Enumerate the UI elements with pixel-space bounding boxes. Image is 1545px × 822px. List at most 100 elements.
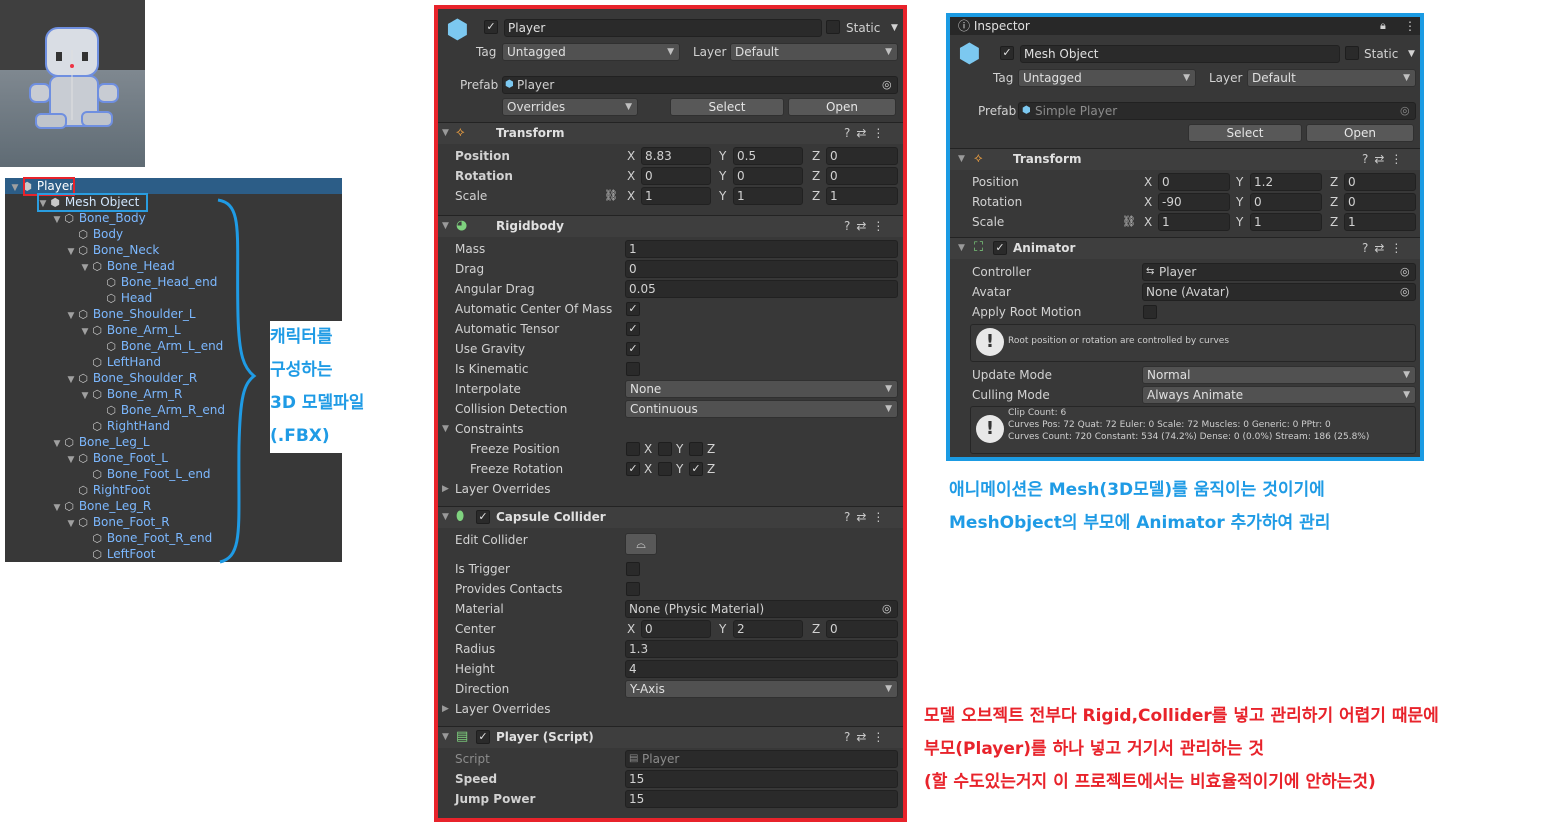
- collapse-triangle-icon[interactable]: ▼: [442, 506, 449, 528]
- rotation-x-input[interactable]: -90: [1158, 193, 1230, 211]
- more-options-icon[interactable]: ⋮: [1404, 17, 1416, 35]
- position-x-input[interactable]: 0: [1158, 173, 1230, 191]
- mass-input[interactable]: 1: [625, 240, 898, 258]
- rotation-z-input[interactable]: 0: [826, 167, 898, 185]
- hierarchy-item[interactable]: ▼ ⬡ Bone_Foot_R: [65, 514, 170, 530]
- object-picker-icon[interactable]: ◎: [1400, 263, 1410, 281]
- object-picker-icon[interactable]: ◎: [1400, 283, 1410, 301]
- scale-x-input[interactable]: 1: [641, 187, 711, 205]
- expand-triangle-icon[interactable]: ▼: [51, 436, 63, 452]
- hierarchy-item[interactable]: ▼ ⬡ Bone_Body: [51, 210, 146, 226]
- edit-collider-button[interactable]: ⌓: [625, 533, 657, 555]
- collapse-triangle-icon[interactable]: ▼: [958, 148, 965, 170]
- hierarchy-item[interactable]: ▼ ⬡ Bone_Neck: [65, 242, 160, 260]
- direction-dropdown[interactable]: Y-Axis ▼: [625, 680, 898, 698]
- scale-y-input[interactable]: 1: [733, 187, 803, 205]
- center-z-input[interactable]: 0: [826, 620, 898, 638]
- hierarchy-item[interactable]: ▼ ⬡ Bone_Arm_R: [79, 386, 183, 404]
- expand-triangle-icon[interactable]: ▼: [65, 308, 77, 324]
- avatar-field[interactable]: None (Avatar): [1142, 283, 1416, 301]
- static-checkbox[interactable]: [1345, 46, 1359, 60]
- culling-mode-dropdown[interactable]: Always Animate ▼: [1142, 386, 1416, 404]
- auto-center-of-mass-checkbox[interactable]: ✓: [626, 302, 640, 316]
- expand-triangle-icon[interactable]: ▼: [9, 180, 21, 196]
- character-model[interactable]: [0, 0, 145, 167]
- scale-z-input[interactable]: 1: [1344, 213, 1416, 231]
- expand-triangle-icon[interactable]: ▼: [79, 324, 91, 340]
- expand-triangle-icon[interactable]: ▼: [65, 452, 77, 468]
- hierarchy-item[interactable]: ⬡ Bone_Foot_R_end: [91, 530, 212, 546]
- controller-field[interactable]: Player: [1142, 263, 1416, 281]
- hierarchy-item[interactable]: ⬡ Bone_Arm_L_end: [105, 338, 223, 354]
- position-y-input[interactable]: 0.5: [733, 147, 803, 165]
- expand-triangle-icon[interactable]: ▼: [79, 388, 91, 404]
- component-header-icons[interactable]: ?⇄⋮: [1362, 237, 1408, 259]
- collision-detection-dropdown[interactable]: Continuous ▼: [625, 400, 898, 418]
- hierarchy-item[interactable]: ⬡ Bone_Head_end: [105, 274, 217, 290]
- collapse-triangle-icon[interactable]: ▼: [442, 122, 449, 144]
- drag-input[interactable]: 0: [625, 260, 898, 278]
- expand-triangle-icon[interactable]: ▼: [442, 420, 449, 438]
- hierarchy-item[interactable]: ⬡ RightFoot: [77, 482, 150, 498]
- object-picker-icon[interactable]: ◎: [882, 600, 892, 618]
- static-dropdown-icon[interactable]: ▼: [891, 19, 898, 37]
- collapse-triangle-icon[interactable]: ▼: [442, 726, 449, 748]
- expand-triangle-icon[interactable]: ▼: [65, 372, 77, 388]
- scale-z-input[interactable]: 1: [826, 187, 898, 205]
- center-y-input[interactable]: 2: [733, 620, 803, 638]
- object-picker-icon[interactable]: ◎: [882, 76, 892, 94]
- rotation-x-input[interactable]: 0: [641, 167, 711, 185]
- layer-dropdown[interactable]: Default ▼: [1247, 69, 1416, 87]
- freeze-rotation-x-checkbox[interactable]: ✓: [626, 462, 640, 476]
- active-checkbox[interactable]: ✓: [484, 20, 498, 34]
- open-button[interactable]: Open: [788, 98, 896, 116]
- rotation-y-input[interactable]: 0: [1250, 193, 1322, 211]
- hierarchy-item[interactable]: ⬡ Head: [105, 290, 152, 306]
- freeze-position-y-checkbox[interactable]: [658, 442, 672, 456]
- rotation-y-input[interactable]: 0: [733, 167, 803, 185]
- center-x-input[interactable]: 0: [641, 620, 711, 638]
- update-mode-dropdown[interactable]: Normal ▼: [1142, 366, 1416, 384]
- component-header-icons[interactable]: ?⇄⋮: [844, 122, 890, 144]
- is-kinematic-checkbox[interactable]: [626, 362, 640, 376]
- radius-input[interactable]: 1.3: [625, 640, 898, 658]
- link-scale-icon[interactable]: ⛓: [604, 187, 618, 205]
- static-dropdown-icon[interactable]: ▼: [1408, 45, 1415, 63]
- scale-x-input[interactable]: 1: [1158, 213, 1230, 231]
- expand-triangle-icon[interactable]: ▼: [79, 260, 91, 276]
- object-picker-icon[interactable]: ◎: [1400, 102, 1410, 120]
- hierarchy-item[interactable]: ▼ ⬡ Bone_Head: [79, 258, 175, 274]
- script-enabled-checkbox[interactable]: ✓: [476, 730, 490, 744]
- jump-power-input[interactable]: 15: [625, 790, 898, 808]
- hierarchy-item[interactable]: ▼ ⬡ Bone_Foot_L: [65, 450, 168, 466]
- freeze-position-x-checkbox[interactable]: [626, 442, 640, 456]
- hierarchy-item[interactable]: ⬡ LeftHand: [91, 354, 161, 370]
- prefab-field[interactable]: Simple Player: [1018, 102, 1416, 120]
- use-gravity-checkbox[interactable]: ✓: [626, 342, 640, 356]
- hierarchy-item[interactable]: ▼ ⬡ Bone_Shoulder_L: [65, 306, 196, 322]
- position-x-input[interactable]: 8.83: [641, 147, 711, 165]
- static-checkbox[interactable]: [826, 20, 840, 34]
- position-z-input[interactable]: 0: [1344, 173, 1416, 191]
- prefab-field[interactable]: Player: [502, 76, 898, 94]
- component-header-icons[interactable]: ?⇄⋮: [844, 215, 890, 237]
- hierarchy-item[interactable]: ⬡ Bone_Foot_L_end: [91, 466, 210, 482]
- hierarchy-item[interactable]: ▼ ⬡ Bone_Arm_L: [79, 322, 181, 338]
- select-button[interactable]: Select: [1188, 124, 1302, 142]
- expand-triangle-icon[interactable]: ▼: [51, 212, 63, 228]
- tag-dropdown[interactable]: Untagged ▼: [502, 43, 680, 61]
- expand-triangle-icon[interactable]: ▼: [65, 244, 77, 260]
- open-button[interactable]: Open: [1306, 124, 1414, 142]
- object-name-input[interactable]: Mesh Object: [1020, 45, 1340, 63]
- hierarchy-item[interactable]: ⬡ RightHand: [91, 418, 170, 434]
- expand-triangle-icon[interactable]: ▼: [65, 516, 77, 532]
- position-y-input[interactable]: 1.2: [1250, 173, 1322, 191]
- height-input[interactable]: 4: [625, 660, 898, 678]
- collapse-triangle-icon[interactable]: ▼: [958, 237, 965, 259]
- interpolate-dropdown[interactable]: None ▼: [625, 380, 898, 398]
- component-header-icons[interactable]: ?⇄⋮: [1362, 148, 1408, 170]
- component-header-icons[interactable]: ?⇄⋮: [844, 726, 890, 748]
- expand-triangle-icon[interactable]: ▶: [442, 700, 449, 718]
- animator-enabled-checkbox[interactable]: ✓: [993, 241, 1007, 255]
- capsule-collider-enabled-checkbox[interactable]: ✓: [476, 510, 490, 524]
